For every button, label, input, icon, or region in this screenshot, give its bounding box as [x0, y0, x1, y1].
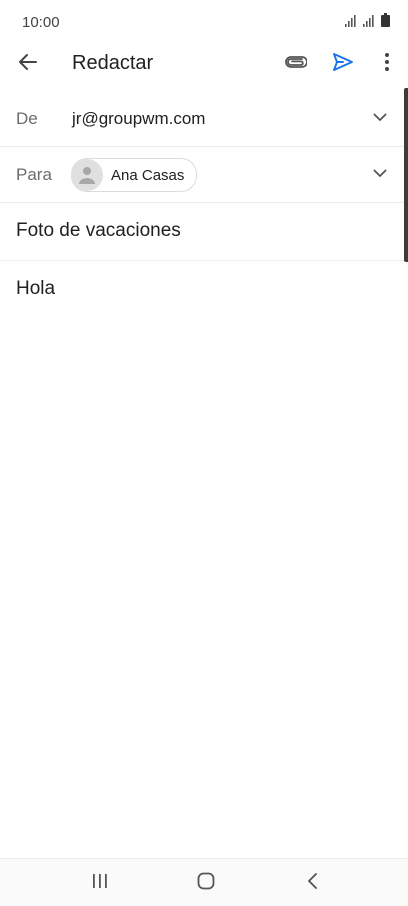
arrow-left-icon: [18, 52, 38, 77]
from-label: De: [16, 109, 38, 128]
status-time: 10:00: [22, 14, 60, 31]
back-icon: [306, 872, 318, 895]
from-account: jr@groupwm.com: [72, 109, 206, 128]
paperclip-icon: [285, 55, 308, 74]
more-options-button[interactable]: [371, 48, 403, 80]
avatar: [71, 159, 103, 191]
recipient-chip[interactable]: Ana Casas: [71, 158, 198, 192]
chevron-down-icon: [373, 165, 387, 183]
page-title: Redactar: [72, 52, 154, 74]
chevron-down-icon: [373, 109, 387, 127]
compose-screen: 10:00 Redactar De jr@groupwm.com Para An…: [0, 0, 408, 906]
edge-panel-handle[interactable]: [404, 88, 408, 262]
battery-icon: [381, 13, 390, 32]
attach-button[interactable]: [280, 48, 312, 80]
home-button[interactable]: [190, 869, 222, 897]
send-icon: [332, 52, 354, 77]
system-nav-bar: [0, 858, 408, 906]
compose-toolbar: Redactar: [0, 40, 408, 88]
more-vert-icon: [384, 52, 390, 77]
back-nav-button[interactable]: [296, 869, 328, 897]
to-dropdown-button[interactable]: [370, 164, 390, 184]
to-field[interactable]: Para Ana Casas: [0, 147, 408, 203]
recent-apps-button[interactable]: [84, 869, 116, 897]
recipient-name: Ana Casas: [111, 166, 185, 184]
from-dropdown-button[interactable]: [370, 108, 390, 128]
to-label: Para: [16, 165, 52, 184]
signal-icon: [345, 14, 357, 32]
back-button[interactable]: [12, 48, 44, 80]
recent-apps-icon: [92, 873, 108, 894]
from-field[interactable]: De jr@groupwm.com: [0, 91, 408, 147]
status-bar: 10:00: [0, 0, 408, 40]
send-button[interactable]: [327, 48, 359, 80]
subject-text[interactable]: Foto de vacaciones: [16, 220, 181, 242]
signal-icon: [363, 14, 375, 32]
home-icon: [197, 872, 215, 895]
status-icons: [345, 13, 390, 32]
body-text[interactable]: Hola: [16, 278, 55, 300]
